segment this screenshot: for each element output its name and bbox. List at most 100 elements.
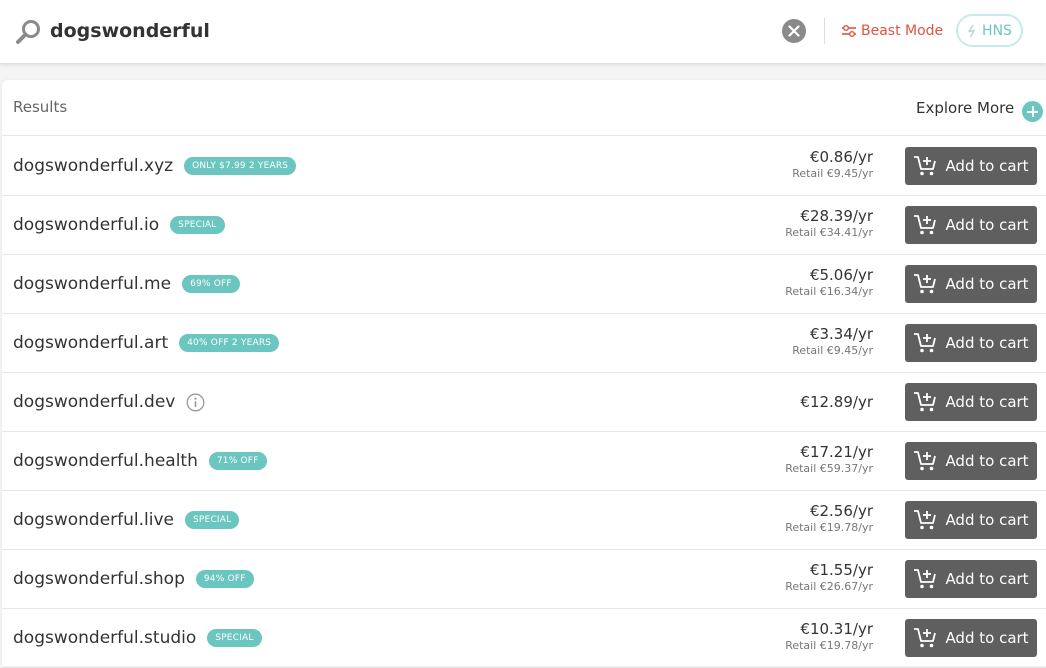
- add-to-cart-label: Add to cart: [945, 511, 1029, 529]
- add-to-cart-label: Add to cart: [945, 393, 1029, 411]
- promo-badge: 94% OFF: [195, 570, 254, 588]
- result-row: dogswonderful.me 69% OFF €5.06/yr Retail…: [2, 255, 1046, 314]
- domain-name: dogswonderful.dev: [13, 392, 176, 412]
- result-row: dogswonderful.io SPECIAL €28.39/yr Retai…: [2, 196, 1046, 255]
- add-to-cart-button[interactable]: Add to cart: [905, 147, 1037, 185]
- add-to-cart-icon: [914, 628, 937, 648]
- add-to-cart-icon: [914, 156, 937, 176]
- results-label: Results: [13, 98, 68, 116]
- add-to-cart-button[interactable]: Add to cart: [905, 619, 1037, 657]
- add-to-cart-button[interactable]: Add to cart: [905, 501, 1037, 539]
- domain-name-cell: dogswonderful.art 40% OFF 2 YEARS: [13, 333, 280, 353]
- add-to-cart-button[interactable]: Add to cart: [905, 560, 1037, 598]
- add-to-cart-label: Add to cart: [945, 629, 1029, 647]
- search-icon: [16, 20, 40, 44]
- add-to-cart-label: Add to cart: [945, 334, 1029, 352]
- promo-badge: 71% OFF: [208, 452, 267, 470]
- result-row: dogswonderful.shop 94% OFF €1.55/yr Reta…: [2, 550, 1046, 609]
- price: €3.34/yr: [809, 325, 873, 343]
- add-to-cart-icon: [914, 274, 937, 294]
- domain-name: dogswonderful.live: [13, 510, 175, 530]
- results-header: Results Explore More: [2, 80, 1046, 136]
- add-to-cart-button[interactable]: Add to cart: [905, 324, 1037, 362]
- domain-name-cell: dogswonderful.shop 94% OFF: [13, 569, 254, 589]
- add-to-cart-label: Add to cart: [945, 570, 1029, 588]
- price: €28.39/yr: [800, 207, 873, 225]
- price: €0.86/yr: [809, 148, 873, 166]
- add-to-cart-button[interactable]: Add to cart: [905, 442, 1037, 480]
- hns-button[interactable]: HNS: [956, 14, 1023, 47]
- beast-mode-button[interactable]: Beast Mode: [842, 19, 943, 43]
- add-to-cart-button[interactable]: Add to cart: [905, 206, 1037, 244]
- add-to-cart-icon: [914, 569, 937, 589]
- info-icon[interactable]: [186, 393, 205, 412]
- domain-name-cell: dogswonderful.live SPECIAL: [13, 510, 240, 530]
- price-block: €2.56/yr Retail €19.78/yr: [785, 502, 873, 535]
- retail-price: Retail €9.45/yr: [792, 344, 873, 357]
- result-row: dogswonderful.health 71% OFF €17.21/yr R…: [2, 432, 1046, 491]
- price: €1.55/yr: [809, 561, 873, 579]
- result-row: dogswonderful.live SPECIAL €2.56/yr Reta…: [2, 491, 1046, 550]
- retail-price: Retail €19.78/yr: [785, 639, 873, 652]
- search-bar: Beast Mode HNS: [0, 0, 1046, 63]
- domain-name-cell: dogswonderful.health 71% OFF: [13, 451, 267, 471]
- domain-name: dogswonderful.studio: [13, 628, 197, 648]
- domain-name-cell: dogswonderful.io SPECIAL: [13, 215, 225, 235]
- promo-badge: 40% OFF 2 YEARS: [179, 334, 280, 352]
- add-to-cart-label: Add to cart: [945, 452, 1029, 470]
- promo-badge: ONLY $7.99 2 YEARS: [184, 157, 297, 175]
- domain-name-cell: dogswonderful.xyz ONLY $7.99 2 YEARS: [13, 156, 297, 176]
- domain-name: dogswonderful.io: [13, 215, 160, 235]
- result-row: dogswonderful.dev €12.89/yr Add to cart: [2, 373, 1046, 432]
- price-block: €1.55/yr Retail €26.67/yr: [785, 561, 873, 594]
- price: €17.21/yr: [800, 443, 873, 461]
- lightning-icon: [968, 24, 975, 37]
- retail-price: Retail €16.34/yr: [785, 285, 873, 298]
- price-block: €28.39/yr Retail €34.41/yr: [785, 207, 873, 240]
- price-block: €0.86/yr Retail €9.45/yr: [792, 148, 873, 181]
- price: €2.56/yr: [809, 502, 873, 520]
- retail-price: Retail €19.78/yr: [785, 521, 873, 534]
- sliders-icon: [842, 25, 856, 37]
- search-divider: [824, 18, 825, 44]
- add-to-cart-label: Add to cart: [945, 275, 1029, 293]
- search-input[interactable]: [50, 14, 750, 48]
- retail-price: Retail €9.45/yr: [792, 167, 873, 180]
- price: €12.89/yr: [800, 393, 873, 411]
- add-to-cart-button[interactable]: Add to cart: [905, 265, 1037, 303]
- domain-name: dogswonderful.health: [13, 451, 198, 471]
- domain-name-cell: dogswonderful.studio SPECIAL: [13, 628, 262, 648]
- price-block: €5.06/yr Retail €16.34/yr: [785, 266, 873, 299]
- explore-more-label: Explore More: [916, 98, 1015, 117]
- plus-circle-icon: [1022, 101, 1044, 122]
- domain-name: dogswonderful.shop: [13, 569, 185, 589]
- beast-mode-label: Beast Mode: [861, 23, 944, 39]
- close-icon: [788, 25, 800, 37]
- hns-label: HNS: [982, 22, 1012, 39]
- results-panel: Results Explore More dogswonderful.xyz O…: [2, 80, 1046, 668]
- clear-search-button[interactable]: [782, 19, 806, 43]
- add-to-cart-icon: [914, 451, 937, 471]
- result-row: dogswonderful.xyz ONLY $7.99 2 YEARS €0.…: [2, 137, 1046, 196]
- promo-badge: 69% OFF: [182, 275, 240, 293]
- add-to-cart-label: Add to cart: [945, 157, 1029, 175]
- price: €10.31/yr: [800, 620, 873, 638]
- retail-price: Retail €34.41/yr: [785, 226, 873, 239]
- add-to-cart-icon: [914, 215, 937, 235]
- domain-name: dogswonderful.xyz: [13, 156, 174, 176]
- price-block: €10.31/yr Retail €19.78/yr: [785, 620, 873, 653]
- explore-more-button[interactable]: Explore More: [916, 97, 1044, 122]
- add-to-cart-label: Add to cart: [945, 216, 1029, 234]
- price-block: €3.34/yr Retail €9.45/yr: [792, 325, 873, 358]
- add-to-cart-button[interactable]: Add to cart: [905, 383, 1037, 421]
- retail-price: Retail €26.67/yr: [785, 580, 873, 593]
- result-row: dogswonderful.studio SPECIAL €10.31/yr R…: [2, 609, 1046, 668]
- domain-name: dogswonderful.art: [13, 333, 169, 353]
- retail-price: Retail €59.37/yr: [785, 462, 873, 475]
- domain-name-cell: dogswonderful.dev: [13, 392, 205, 412]
- add-to-cart-icon: [914, 392, 937, 412]
- result-row: dogswonderful.art 40% OFF 2 YEARS €3.34/…: [2, 314, 1046, 373]
- promo-badge: SPECIAL: [185, 511, 240, 529]
- add-to-cart-icon: [914, 510, 937, 530]
- domain-name: dogswonderful.me: [13, 274, 172, 294]
